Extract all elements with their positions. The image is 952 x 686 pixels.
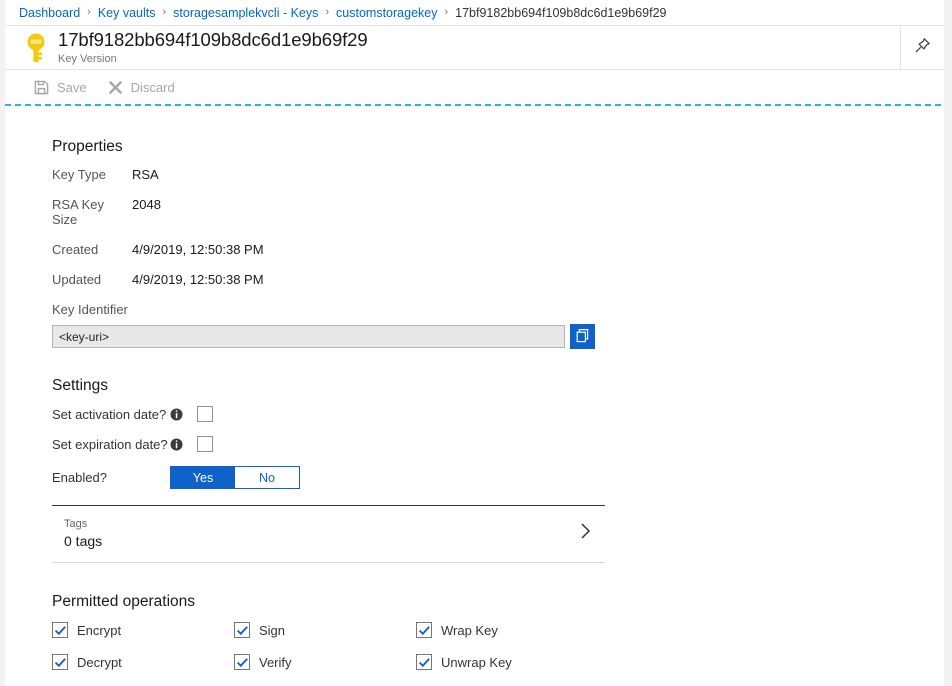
key-icon (19, 33, 53, 63)
save-button-label: Save (57, 80, 87, 95)
permission-unwrap-key[interactable]: Unwrap Key (416, 654, 598, 670)
check-icon[interactable] (234, 654, 250, 670)
property-label: Created (52, 242, 132, 257)
tags-label: Tags (64, 518, 102, 530)
close-icon (107, 79, 124, 96)
breadcrumb-separator-icon: › (325, 6, 329, 18)
breadcrumb-item-key[interactable]: customstoragekey (336, 6, 437, 20)
permission-decrypt[interactable]: Decrypt (52, 654, 234, 670)
property-value: RSA (132, 167, 159, 182)
check-icon[interactable] (416, 622, 432, 638)
info-icon[interactable] (170, 408, 183, 421)
enabled-toggle[interactable]: Yes No (170, 466, 300, 489)
permitted-operations-heading: Permitted operations (52, 593, 944, 611)
breadcrumb-item-vault-keys[interactable]: storagesamplekvcli - Keys (173, 6, 318, 20)
key-version-blade: Dashboard › Key vaults › storagesamplekv… (0, 0, 952, 686)
settings-heading: Settings (52, 377, 944, 395)
key-identifier-input[interactable] (52, 325, 565, 348)
breadcrumb-separator-icon: › (163, 6, 167, 18)
copy-key-identifier-button[interactable] (570, 324, 595, 349)
discard-button-label: Discard (131, 80, 175, 95)
permission-wrap-key[interactable]: Wrap Key (416, 622, 598, 638)
breadcrumb-item-dashboard[interactable]: Dashboard (19, 6, 80, 20)
setting-row-expiration-date: Set expiration date? (52, 436, 944, 452)
setting-label: Enabled? (52, 470, 170, 485)
chevron-right-icon (580, 522, 591, 545)
activation-date-checkbox[interactable] (197, 406, 213, 422)
check-icon[interactable] (416, 654, 432, 670)
property-row-created: Created 4/9/2019, 12:50:38 PM (52, 242, 944, 257)
breadcrumb-separator-icon: › (444, 6, 448, 18)
check-icon[interactable] (52, 654, 68, 670)
breadcrumb-item-key-vaults[interactable]: Key vaults (98, 6, 156, 20)
permission-verify[interactable]: Verify (234, 654, 416, 670)
property-row-key-type: Key Type RSA (52, 167, 944, 182)
key-identifier-row (52, 324, 944, 349)
permission-label: Encrypt (77, 623, 121, 638)
permission-label: Unwrap Key (441, 655, 512, 670)
pin-icon (914, 37, 931, 59)
tags-text-group: Tags 0 tags (64, 518, 102, 549)
breadcrumb-separator-icon: › (87, 6, 91, 18)
permission-label: Verify (259, 655, 292, 670)
pin-button[interactable] (900, 25, 944, 70)
check-icon[interactable] (234, 622, 250, 638)
save-icon (33, 79, 50, 96)
blade-header: 17bf9182bb694f109b8dc6d1e9b69f29 Key Ver… (5, 25, 944, 70)
permitted-operations-section: Permitted operations Encrypt Sign (52, 593, 944, 670)
tags-value: 0 tags (64, 533, 102, 549)
permission-encrypt[interactable]: Encrypt (52, 622, 234, 638)
enabled-toggle-yes[interactable]: Yes (171, 467, 235, 488)
property-label: RSA Key Size (52, 197, 132, 227)
permission-label: Wrap Key (441, 623, 498, 638)
properties-heading: Properties (52, 138, 944, 156)
expiration-date-checkbox[interactable] (197, 436, 213, 452)
property-value: 2048 (132, 197, 161, 212)
permission-label: Decrypt (77, 655, 122, 670)
property-value: 4/9/2019, 12:50:38 PM (132, 272, 264, 287)
setting-row-activation-date: Set activation date? (52, 406, 944, 422)
page-title-group: 17bf9182bb694f109b8dc6d1e9b69f29 Key Ver… (58, 30, 368, 64)
page-title: 17bf9182bb694f109b8dc6d1e9b69f29 (58, 30, 368, 50)
page-subtitle: Key Version (58, 53, 368, 65)
discard-button[interactable]: Discard (97, 73, 185, 103)
key-identifier-label: Key Identifier (52, 302, 944, 317)
breadcrumb-item-current: 17bf9182bb694f109b8dc6d1e9b69f29 (455, 6, 666, 20)
setting-label: Set expiration date? (52, 437, 170, 452)
property-label: Updated (52, 272, 132, 287)
setting-label: Set activation date? (52, 407, 170, 422)
property-row-updated: Updated 4/9/2019, 12:50:38 PM (52, 272, 944, 287)
breadcrumb: Dashboard › Key vaults › storagesamplekv… (5, 0, 944, 25)
setting-row-enabled: Enabled? Yes No (52, 466, 944, 489)
tags-row[interactable]: Tags 0 tags (52, 505, 605, 563)
permission-label: Sign (259, 623, 285, 638)
permitted-operations-grid: Encrypt Sign Wrap Key (52, 622, 944, 670)
check-icon[interactable] (52, 622, 68, 638)
blade-content: Properties Key Type RSA RSA Key Size 204… (5, 106, 944, 686)
info-icon[interactable] (170, 438, 183, 451)
copy-icon (575, 328, 590, 346)
permission-sign[interactable]: Sign (234, 622, 416, 638)
property-value: 4/9/2019, 12:50:38 PM (132, 242, 264, 257)
save-button[interactable]: Save (23, 73, 97, 103)
property-row-rsa-key-size: RSA Key Size 2048 (52, 197, 944, 227)
enabled-toggle-no[interactable]: No (235, 467, 299, 488)
property-label: Key Type (52, 167, 132, 182)
command-bar: Save Discard (5, 70, 944, 105)
